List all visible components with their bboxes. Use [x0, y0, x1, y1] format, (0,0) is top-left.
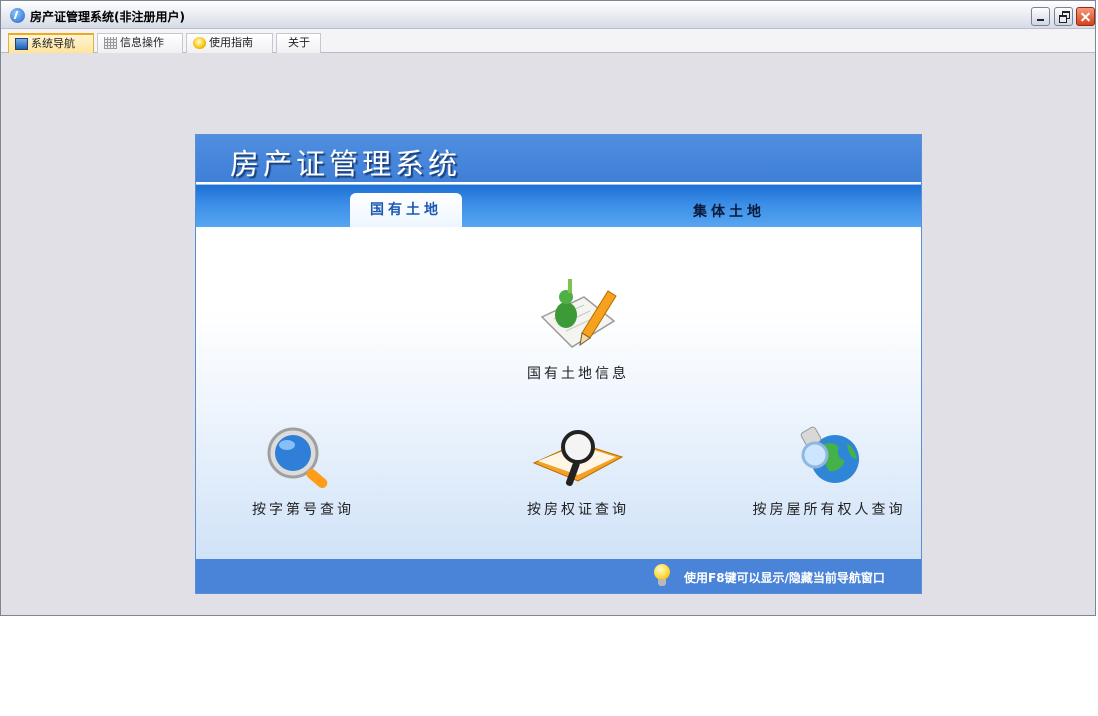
lightbulb-icon — [652, 564, 672, 588]
title-bar[interactable]: 房产证管理系统(非注册用户) — [1, 1, 1095, 29]
search-by-cert-button[interactable]: 按房权证查询 — [513, 425, 643, 519]
tab-system-nav[interactable]: 系统导航 — [8, 33, 94, 53]
app-logo-icon — [10, 8, 25, 23]
tab-label: 系统导航 — [31, 37, 75, 50]
help-icon — [193, 37, 206, 49]
minimize-button[interactable] — [1031, 7, 1050, 26]
tab-label: 信息操作 — [120, 36, 164, 49]
panel-banner: 房产证管理系统 — [196, 135, 921, 182]
window-title: 房产证管理系统(非注册用户) — [30, 10, 185, 24]
globe-search-icon — [800, 426, 859, 483]
tab-user-guide[interactable]: 使用指南 — [186, 33, 273, 53]
tab-label: 关于 — [288, 36, 310, 49]
land-info-icon — [540, 279, 617, 348]
tab-about[interactable]: 关于 — [276, 33, 321, 53]
tab-label: 使用指南 — [209, 36, 253, 49]
main-window: 房产证管理系统(非注册用户) 系统导航 信息操作 使用指南 关于 房产证管理系统… — [0, 0, 1096, 616]
subtab-state-land[interactable]: 国有土地 — [350, 193, 462, 227]
panel-title: 房产证管理系统 — [230, 147, 462, 181]
icon-label: 按房屋所有权人查询 — [752, 502, 906, 518]
monitor-icon — [15, 38, 28, 50]
search-by-owner-button[interactable]: 按房屋所有权人查询 — [729, 425, 921, 519]
subtab-band: 国有土地 集体土地 — [196, 184, 921, 227]
tab-bar: 系统导航 信息操作 使用指南 关于 — [1, 29, 1095, 53]
magnifier-icon — [267, 427, 328, 489]
footer-tip: 使用F8键可以显示/隐藏当前导航窗口 — [684, 571, 885, 585]
state-land-info-button[interactable]: 国有土地信息 — [513, 275, 643, 383]
search-by-number-button[interactable]: 按字第号查询 — [238, 425, 368, 519]
subtab-collective-land[interactable]: 集体土地 — [693, 201, 765, 221]
close-button[interactable] — [1076, 7, 1095, 26]
book-search-icon — [532, 430, 624, 486]
icon-label: 国有土地信息 — [527, 366, 629, 382]
icon-label: 按房权证查询 — [527, 502, 629, 518]
panel-footer: 使用F8键可以显示/隐藏当前导航窗口 — [196, 559, 921, 593]
grid-icon — [104, 37, 117, 49]
navigation-panel: 房产证管理系统 国有土地 集体土地 国有土地信息 按字第号查询 按房权证查询 按… — [195, 134, 922, 594]
restore-button[interactable] — [1054, 7, 1073, 26]
tab-info-ops[interactable]: 信息操作 — [97, 33, 183, 53]
icon-label: 按字第号查询 — [252, 502, 354, 518]
